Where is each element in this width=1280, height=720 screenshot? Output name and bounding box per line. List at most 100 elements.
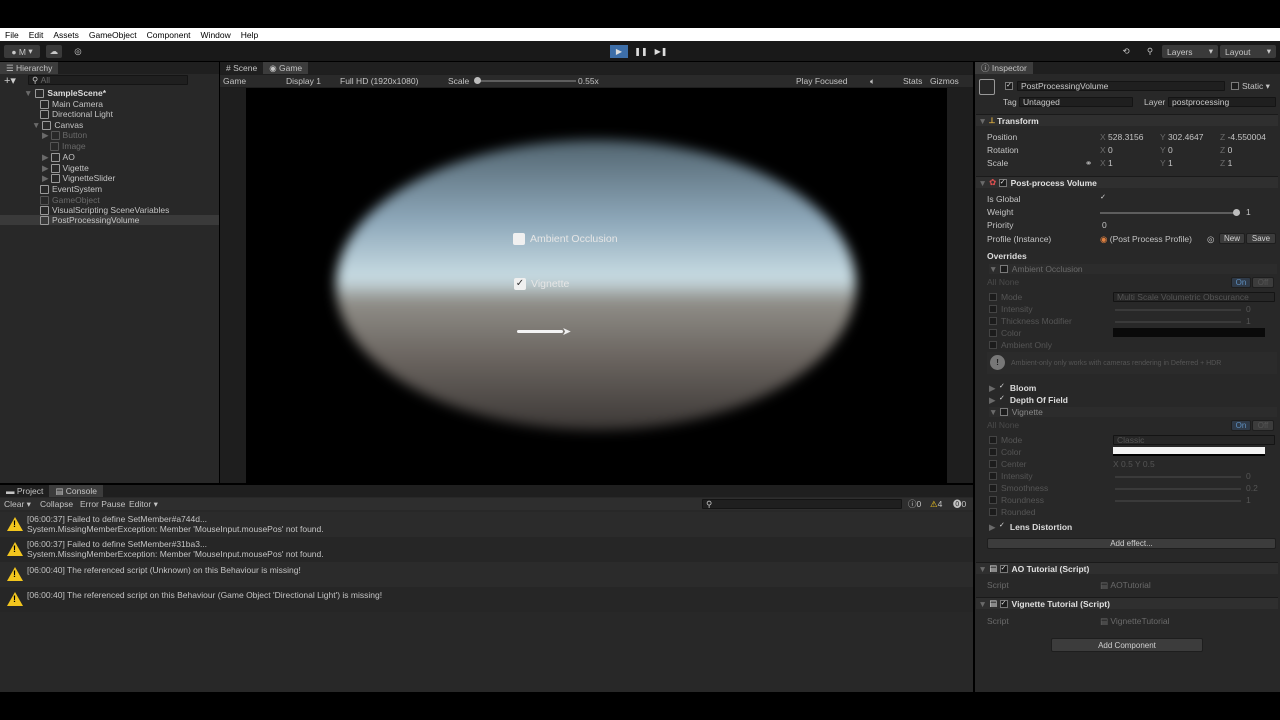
menu-assets[interactable]: Assets xyxy=(53,30,79,40)
ao-script-field[interactable]: ▤ AOTutorial xyxy=(1100,580,1151,591)
list-item[interactable]: ▶ Button xyxy=(42,130,87,141)
audio-icon[interactable]: 🔈︎ xyxy=(870,76,875,87)
scale-slider-handle[interactable] xyxy=(474,77,481,84)
add-component-button[interactable]: Add Component xyxy=(1051,638,1203,652)
object-name-field[interactable]: PostProcessingVolume xyxy=(1017,81,1225,91)
list-item[interactable]: ▶ AO xyxy=(42,152,75,163)
list-item[interactable]: VisualScripting SceneVariables xyxy=(40,205,169,215)
ao-toggle[interactable]: Ambient Occlusion xyxy=(513,232,618,246)
link-icon[interactable]: ⚭ xyxy=(1085,158,1092,168)
vignette-script-header[interactable]: ▼ ▤ ✓ Vignette Tutorial (Script) xyxy=(976,597,1278,609)
vignette-roundness-value[interactable]: 1 xyxy=(1246,495,1251,505)
vignette-intensity-value[interactable]: 0 xyxy=(1246,471,1251,481)
position-z[interactable]: Z -4.550004 xyxy=(1220,132,1266,142)
editor-dropdown[interactable]: Editor ▾ xyxy=(129,499,158,510)
position-x[interactable]: X 528.3156 xyxy=(1100,132,1143,142)
game-mode-dropdown[interactable]: Game xyxy=(223,76,246,86)
tab-scene[interactable]: # Scene xyxy=(220,62,263,74)
vignette-center-value[interactable]: X 0.5 Y 0.5 xyxy=(1113,459,1155,469)
is-global-checkbox[interactable]: ✓ xyxy=(1099,194,1111,204)
ao-all-none[interactable]: All None xyxy=(987,277,1019,287)
list-item[interactable]: Image xyxy=(50,141,86,151)
layers-dropdown[interactable]: Layers ▾ xyxy=(1162,45,1218,58)
lens-checkbox[interactable]: ✓ xyxy=(998,522,1006,531)
static-checkbox[interactable] xyxy=(1231,82,1239,90)
scene-row[interactable]: ▼ SampleScene* xyxy=(24,88,106,98)
bloom-checkbox[interactable]: ✓ xyxy=(998,383,1006,392)
layout-dropdown[interactable]: Layout ▾ xyxy=(1220,45,1276,58)
step-button[interactable]: ▶❚ xyxy=(652,45,670,58)
tab-hierarchy[interactable]: ☰ Hierarchy xyxy=(0,62,59,74)
rotation-z[interactable]: Z 0 xyxy=(1220,145,1232,155)
tab-inspector[interactable]: ⓘ Inspector xyxy=(975,62,1033,74)
layer-dropdown[interactable]: postprocessing xyxy=(1168,97,1276,107)
transform-header[interactable]: ▼ ⟂ Transform xyxy=(976,114,1278,126)
weight-slider-handle[interactable] xyxy=(1233,209,1240,216)
ao-thickness-slider[interactable] xyxy=(1115,321,1241,323)
collab-icon[interactable]: ◎ xyxy=(70,45,86,58)
list-item[interactable]: EventSystem xyxy=(40,184,102,194)
vignette-on-button[interactable]: On xyxy=(1231,420,1251,431)
menu-edit[interactable]: Edit xyxy=(29,30,44,40)
menu-file[interactable]: File xyxy=(5,30,19,40)
vignette-all-none[interactable]: All None xyxy=(987,420,1019,430)
vignette-effect-checkbox[interactable] xyxy=(999,408,1008,416)
add-effect-button[interactable]: Add effect... xyxy=(987,538,1276,549)
vignette-rounded-row[interactable]: Rounded xyxy=(989,507,1036,517)
save-button[interactable]: Save xyxy=(1246,233,1276,244)
menu-window[interactable]: Window xyxy=(201,30,231,40)
history-icon[interactable]: ⟲ xyxy=(1118,45,1134,58)
vignette-mode-row[interactable]: Mode xyxy=(989,435,1022,445)
ao-intensity-value[interactable]: 0 xyxy=(1246,304,1251,314)
display-dropdown[interactable]: Display 1 xyxy=(286,76,321,86)
pause-button[interactable]: ❚❚ xyxy=(632,45,650,58)
ao-checkbox[interactable] xyxy=(513,233,525,245)
ao-mode-row[interactable]: Mode xyxy=(989,292,1022,302)
ao-script-header[interactable]: ▼ ▤ ✓ AO Tutorial (Script) xyxy=(976,562,1278,574)
weight-slider[interactable] xyxy=(1100,212,1240,214)
list-item[interactable]: GameObject xyxy=(40,195,100,205)
console-message[interactable]: [06:00:37] Failed to define SetMember#31… xyxy=(0,537,973,562)
ao-color-row[interactable]: Color xyxy=(989,328,1021,338)
ao-intensity-slider[interactable] xyxy=(1115,309,1241,311)
list-item[interactable]: ▼ Canvas xyxy=(32,120,83,130)
warn-count[interactable]: ⚠4 xyxy=(930,499,942,510)
ao-on-button[interactable]: On xyxy=(1231,277,1251,288)
account-dropdown[interactable]: ● M ▾ xyxy=(4,45,40,58)
dof-effect-header[interactable]: ▶ ✓ Depth Of Field xyxy=(989,395,1277,406)
list-item[interactable]: ▶ VignetteSlider xyxy=(42,173,115,184)
rotation-x[interactable]: X 0 xyxy=(1100,145,1113,155)
vignette-slider[interactable] xyxy=(517,330,563,333)
profile-field[interactable]: ◉ (Post Process Profile) xyxy=(1100,234,1192,245)
tab-console[interactable]: ▤ Console xyxy=(49,485,103,497)
hierarchy-search-input[interactable]: ⚲ All xyxy=(28,75,188,85)
vignette-roundness-slider[interactable] xyxy=(1115,500,1241,502)
ao-mode-dropdown[interactable]: Multi Scale Volumetric Obscurance xyxy=(1113,292,1275,302)
position-y[interactable]: Y 302.4647 xyxy=(1160,132,1203,142)
target-icon[interactable]: ◎ xyxy=(1207,234,1214,244)
vignette-script-field[interactable]: ▤ VignetteTutorial xyxy=(1100,616,1169,627)
lens-effect-header[interactable]: ▶ ✓ Lens Distortion xyxy=(989,522,1277,533)
bloom-effect-header[interactable]: ▶ ✓ Bloom xyxy=(989,383,1277,394)
vignette-intensity-slider[interactable] xyxy=(1115,476,1241,478)
list-item[interactable]: Directional Light xyxy=(40,109,113,119)
new-button[interactable]: New xyxy=(1219,233,1245,244)
vignette-color-row[interactable]: Color xyxy=(989,447,1021,457)
menu-help[interactable]: Help xyxy=(241,30,258,40)
cloud-icon[interactable]: ☁ xyxy=(46,45,62,58)
vignette-effect-header[interactable]: ▼ Vignette xyxy=(989,407,1277,417)
scale-z[interactable]: Z 1 xyxy=(1220,158,1232,168)
priority-value[interactable]: 0 xyxy=(1102,220,1107,230)
dof-checkbox[interactable]: ✓ xyxy=(998,395,1006,404)
static-toggle[interactable]: Static ▾ xyxy=(1231,81,1270,91)
collapse-button[interactable]: Collapse xyxy=(40,499,73,509)
stats-button[interactable]: Stats xyxy=(903,76,922,86)
rotation-y[interactable]: Y 0 xyxy=(1160,145,1173,155)
vignette-color-field[interactable] xyxy=(1113,447,1265,456)
ao-thickness-row[interactable]: Thickness Modifier xyxy=(989,316,1072,326)
active-toggle[interactable]: ✓ xyxy=(1005,81,1017,91)
menu-component[interactable]: Component xyxy=(147,30,191,40)
list-item[interactable]: ▶ Vigette xyxy=(42,163,89,174)
info-count[interactable]: ⓘ0 xyxy=(908,498,921,510)
error-pause-button[interactable]: Error Pause xyxy=(80,499,125,509)
